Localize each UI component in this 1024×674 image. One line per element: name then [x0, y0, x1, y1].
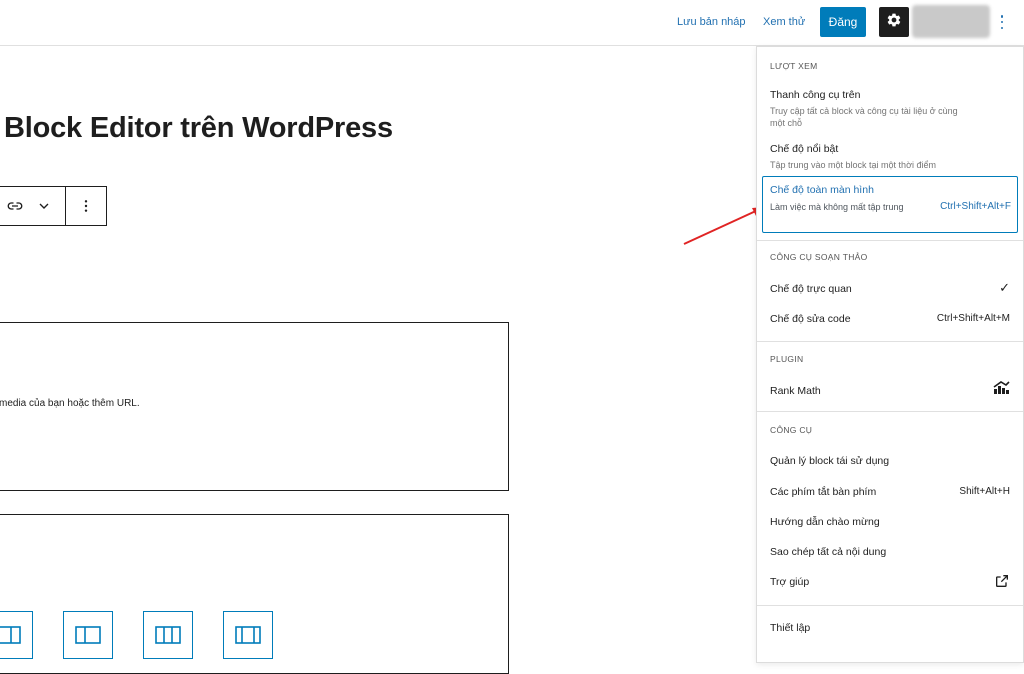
menu-item-description: Tập trung vào một block tại một thời điể… — [770, 160, 936, 170]
section-title-tools: CÔNG CỤ — [770, 425, 813, 435]
menu-item-label: Rank Math — [770, 385, 821, 397]
menu-divider — [757, 411, 1023, 412]
link-icon[interactable] — [6, 197, 24, 220]
section-title-editor: CÔNG CỤ SOẠN THẢO — [770, 252, 868, 262]
check-icon: ✓ — [999, 280, 1010, 295]
menu-item-label: Chế độ trực quan — [770, 283, 852, 295]
menu-item-label: Thiết lập — [770, 622, 811, 634]
menu-item-label: Quản lý block tái sử dụng — [770, 455, 890, 467]
columns-placeholder-block[interactable] — [0, 514, 509, 674]
media-placeholder-block[interactable]: media của bạn hoặc thêm URL. — [0, 322, 509, 491]
post-title[interactable]: Block Editor trên WordPress — [4, 112, 393, 145]
section-title-plugin: PLUGIN — [770, 354, 804, 364]
menu-item-label: Hướng dẫn chào mừng — [770, 516, 880, 528]
options-menu: LƯỢT XEM Thanh công cụ trên Truy cập tất… — [756, 46, 1024, 663]
menu-item-shortcut: Ctrl+Shift+Alt+F — [940, 201, 1011, 212]
menu-item-shortcut: Shift+Alt+H — [959, 486, 1010, 497]
user-avatar[interactable] — [912, 5, 990, 38]
settings-button[interactable] — [879, 7, 909, 37]
section-title-view: LƯỢT XEM — [770, 61, 818, 71]
more-options-button[interactable] — [996, 12, 1008, 32]
menu-item-label: Chế độ toàn màn hình — [770, 184, 874, 196]
chevron-down-icon[interactable] — [36, 197, 52, 220]
menu-item-shortcut: Ctrl+Shift+Alt+M — [936, 313, 1010, 324]
save-draft-button[interactable]: Lưu bản nháp — [677, 16, 746, 28]
publish-button[interactable]: Đăng — [820, 7, 866, 37]
columns-70-30-icon[interactable] — [0, 611, 33, 659]
toolbar-divider — [65, 187, 66, 225]
menu-item-label: Chế độ nổi bật — [770, 143, 839, 155]
menu-item-label: Các phím tắt bàn phím — [770, 486, 877, 498]
menu-item-label: Chế độ sửa code — [770, 313, 851, 325]
media-placeholder-text: media của bạn hoặc thêm URL. — [0, 398, 140, 409]
menu-item-description: Truy cập tất cả block và công cụ tài liệ… — [770, 106, 958, 128]
columns-three-wide-center-icon[interactable] — [223, 611, 273, 659]
columns-three-equal-icon[interactable] — [143, 611, 193, 659]
menu-item-label: Thanh công cụ trên — [770, 89, 861, 101]
gear-icon — [886, 12, 902, 33]
columns-30-70-icon[interactable] — [63, 611, 113, 659]
menu-item-label: Trợ giúp — [770, 576, 810, 588]
block-toolbar — [0, 186, 107, 226]
menu-item-label: Sao chép tất cả nội dung — [770, 546, 887, 558]
menu-divider — [757, 605, 1023, 606]
external-link-icon — [994, 573, 1010, 594]
rank-math-icon — [992, 381, 1010, 400]
menu-item-fullscreen-mode[interactable]: Chế độ toàn màn hình Làm việc mà không m… — [762, 176, 1018, 233]
menu-divider — [757, 240, 1023, 241]
editor-header: Lưu bản nháp Xem thử Đăng — [0, 0, 1024, 46]
menu-item-description: Làm việc mà không mất tập trung — [770, 202, 904, 212]
vertical-ellipsis-icon[interactable] — [78, 197, 94, 220]
menu-divider — [757, 341, 1023, 342]
preview-button[interactable]: Xem thử — [763, 16, 805, 28]
